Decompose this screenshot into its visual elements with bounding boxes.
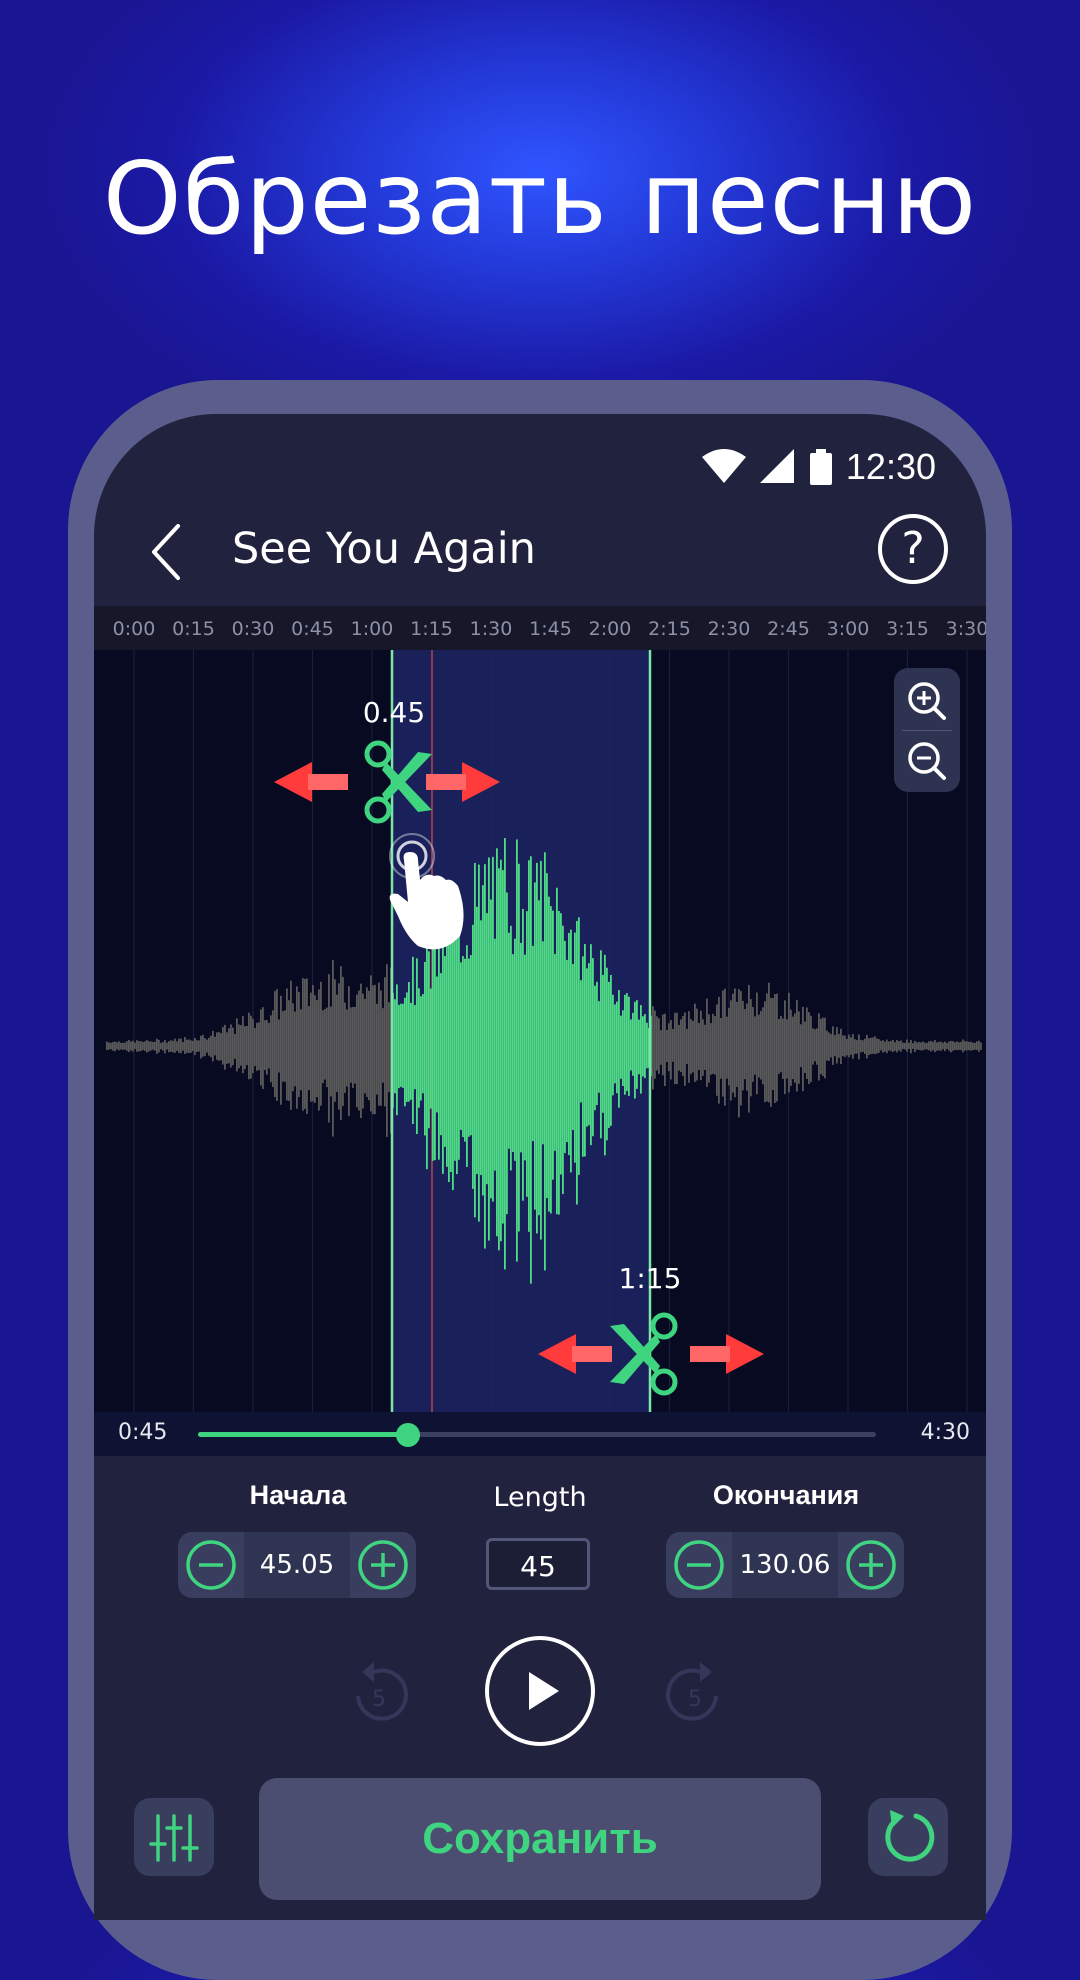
zoom-controls	[894, 668, 960, 792]
timeline-tick: 0:00	[112, 618, 156, 640]
top-bar: See You Again ?	[94, 496, 986, 606]
length-value[interactable]: 45	[486, 1538, 590, 1590]
zoom-in-icon[interactable]	[894, 670, 960, 730]
song-title: See You Again	[232, 524, 536, 574]
waveform-area[interactable]: 0.45 1:15	[94, 650, 986, 1412]
skip-back-label: 5	[372, 1687, 386, 1712]
timeline-tick: 1:15	[410, 618, 453, 640]
timeline-tick: 0:30	[231, 618, 275, 640]
timeline-tick: 2:45	[767, 618, 810, 640]
waveform	[106, 650, 982, 1412]
playback-progress: 0:45 4:30	[94, 1412, 986, 1456]
timeline-tick: 1:45	[529, 618, 572, 640]
wifi-icon	[701, 449, 746, 483]
arrow-left-icon	[274, 762, 348, 802]
progress-thumb[interactable]	[396, 1423, 421, 1447]
skip-forward-5-icon[interactable]: 5	[660, 1654, 730, 1728]
minus-icon[interactable]	[672, 1538, 726, 1592]
length-label: Length	[493, 1482, 587, 1513]
total-time: 4:30	[920, 1420, 970, 1445]
timeline-tick: 3:30	[945, 618, 986, 640]
reset-button[interactable]	[868, 1798, 948, 1876]
timeline-tick: 2:00	[588, 618, 632, 640]
timeline-tick: 0:45	[291, 618, 334, 640]
start-label: Начала	[249, 1480, 347, 1510]
timeline-tick: 3:00	[826, 618, 870, 640]
equalizer-button[interactable]	[134, 1798, 214, 1876]
status-time: 12:30	[845, 446, 936, 487]
battery-icon	[809, 449, 832, 485]
start-marker-label: 0.45	[362, 696, 426, 729]
end-label: Окончания	[712, 1480, 860, 1510]
start-stepper: 45.05	[178, 1532, 416, 1598]
signal-icon	[759, 449, 794, 483]
timeline-ruler: 0:00 0:15 0:30 0:45 1:00 1:15 1:30 1:45 2:00 2:15…	[94, 606, 986, 650]
end-marker-label: 1:15	[618, 1262, 682, 1295]
progress-fill	[198, 1432, 409, 1437]
equalizer-icon	[149, 1814, 199, 1862]
current-time: 0:45	[118, 1420, 168, 1445]
help-circle-icon: ?	[901, 523, 925, 574]
chevron-left-icon[interactable]	[138, 520, 198, 584]
plus-icon[interactable]	[356, 1538, 410, 1592]
zoom-out-icon[interactable]	[894, 730, 960, 790]
skip-forward-label: 5	[688, 1687, 702, 1712]
minus-icon[interactable]	[184, 1538, 238, 1592]
arrow-right-icon	[690, 1334, 764, 1374]
progress-track[interactable]	[198, 1423, 876, 1447]
status-bar: 12:30	[701, 442, 936, 492]
timeline-tick: 2:30	[707, 618, 751, 640]
timeline-tick: 1:00	[350, 618, 394, 640]
timeline-tick: 2:15	[648, 618, 691, 640]
end-stepper: 130.06	[666, 1532, 904, 1598]
play-icon	[529, 1672, 559, 1710]
timeline-tick: 0:15	[172, 618, 215, 640]
play-button[interactable]	[485, 1636, 595, 1746]
start-value[interactable]: 45.05	[244, 1532, 350, 1598]
skip-back-5-icon[interactable]: 5	[344, 1654, 414, 1728]
refresh-icon	[885, 1810, 935, 1862]
app-screen: 12:30 See You Again ? 0:00 0:15 0:30 0:45 1:…	[94, 414, 986, 1920]
end-value[interactable]: 130.06	[732, 1532, 838, 1598]
promo-headline: Обрезать песню	[102, 140, 978, 257]
timeline-tick: 1:30	[469, 618, 513, 640]
timeline-tick: 3:15	[886, 618, 929, 640]
save-button[interactable]: Сохранить	[259, 1778, 821, 1900]
help-button[interactable]: ?	[878, 514, 948, 584]
plus-icon[interactable]	[844, 1538, 898, 1592]
